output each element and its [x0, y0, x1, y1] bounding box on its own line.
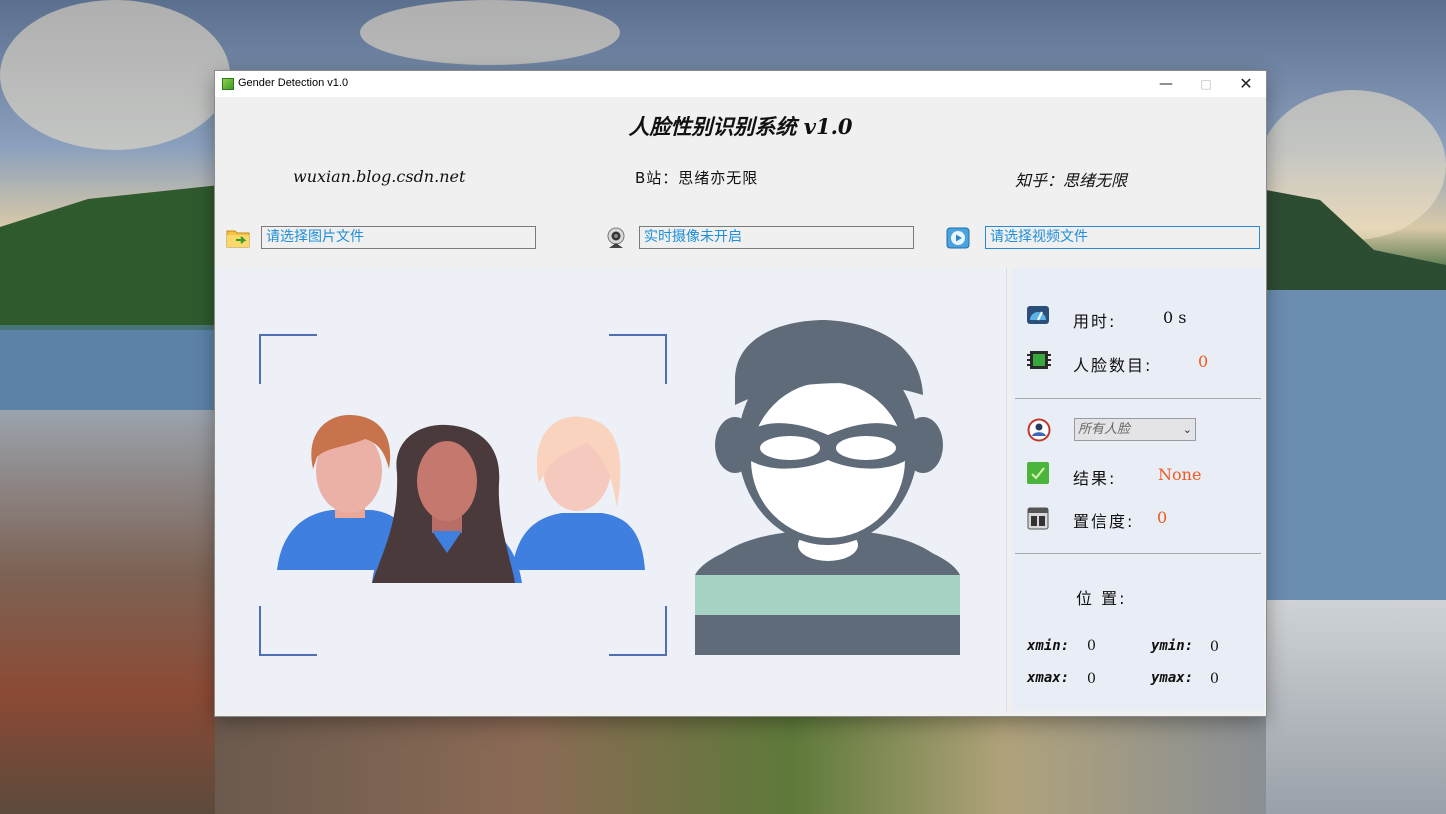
confidence-value: 0 [1157, 508, 1168, 527]
ymin-label: ymin: [1151, 638, 1194, 654]
confidence-label: 置信度: [1073, 512, 1135, 531]
close-button[interactable]: ✕ [1226, 71, 1266, 97]
face-count-value: 0 [1198, 352, 1209, 371]
face-select-value: 所有人脸 [1078, 422, 1131, 437]
face-select-dropdown[interactable]: 所有人脸 ⌄ [1074, 418, 1196, 441]
divider-bottom [1015, 553, 1261, 554]
xmin-label: xmin: [1027, 638, 1070, 654]
frame-corner-bottom-left [259, 606, 317, 656]
speedometer-icon [1027, 304, 1049, 326]
webcam-icon[interactable] [604, 226, 628, 250]
title-bar[interactable]: Gender Detection v1.0 — □ ✕ [215, 71, 1266, 97]
face-count-label: 人脸数目: [1073, 356, 1153, 375]
result-value: None [1158, 465, 1202, 484]
camera-status-field[interactable]: 实时摄像未开启 [639, 226, 914, 249]
maximize-button[interactable]: □ [1186, 71, 1226, 97]
ymax-value: 0 [1210, 671, 1219, 687]
window-title: Gender Detection v1.0 [238, 77, 349, 89]
ymin-value: 0 [1210, 639, 1219, 655]
frame-corner-top-left [259, 334, 317, 384]
app-icon [222, 78, 234, 90]
xmin-value: 0 [1087, 638, 1096, 654]
people-group-illustration [277, 415, 645, 583]
frame-corner-top-right [609, 334, 667, 384]
face-chip-icon [1027, 349, 1051, 371]
blog-link-text: wuxian.blog.csdn.net [293, 167, 466, 186]
position-label: 位 置: [1076, 589, 1127, 608]
target-person-icon [1027, 418, 1051, 442]
bilibili-text: B站：思绪亦无限 [635, 169, 759, 187]
zhihu-text: 知乎：思绪无限 [1015, 171, 1128, 190]
time-label: 用时: [1073, 312, 1117, 331]
xmax-label: xmax: [1027, 670, 1070, 686]
app-window: Gender Detection v1.0 — □ ✕ 人脸性别识别系统 v1.… [215, 71, 1266, 716]
result-label: 结果: [1073, 469, 1117, 488]
ymax-label: ymax: [1151, 670, 1194, 686]
anonymous-avatar-illustration [695, 320, 960, 655]
video-play-icon[interactable] [946, 226, 970, 250]
image-display-panel [217, 268, 1007, 711]
video-file-field[interactable]: 请选择视频文件 [985, 226, 1260, 249]
info-panel: 用时: 0 s 人脸数目: 0 所有人脸 ⌄ 结果: None 置信度: 0 位… [1012, 268, 1264, 711]
xmax-value: 0 [1087, 671, 1096, 687]
time-value: 0 s [1163, 308, 1187, 327]
app-heading: 人脸性别识别系统 v1.0 [628, 114, 853, 139]
result-check-icon [1027, 462, 1049, 484]
image-file-field[interactable]: 请选择图片文件 [261, 226, 536, 249]
chevron-down-icon: ⌄ [1182, 423, 1192, 436]
confidence-calendar-icon [1027, 506, 1049, 530]
minimize-button[interactable]: — [1146, 71, 1186, 97]
frame-corner-bottom-right [609, 606, 667, 656]
divider-top [1015, 398, 1261, 399]
folder-icon[interactable] [226, 226, 250, 250]
